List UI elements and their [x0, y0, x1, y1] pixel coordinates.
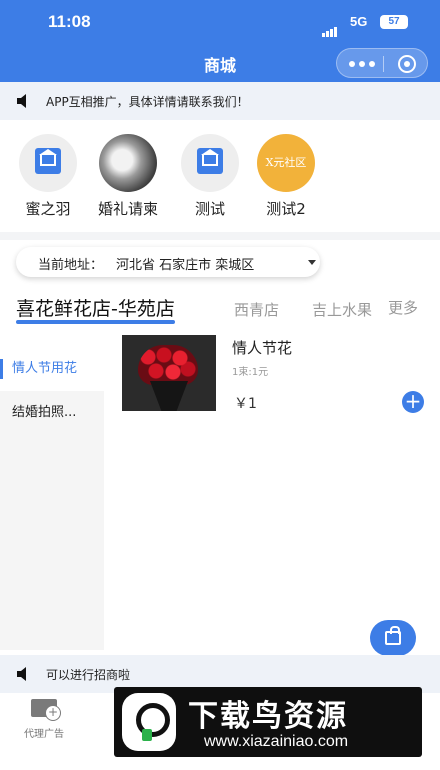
watermark-banner: 下载鸟资源 www.xiazainiao.com [114, 687, 422, 757]
more-stores-link[interactable]: 更多 [388, 297, 418, 318]
category-item-valentine[interactable]: 情人节用花 [0, 347, 104, 391]
battery-icon: 57 [380, 15, 408, 29]
watermark-logo-icon [122, 693, 176, 751]
network-label: 5G [350, 14, 368, 29]
shop-label: 测试2 [266, 200, 306, 218]
product-price: ￥1 [234, 396, 257, 412]
nav-bar: 商城 [0, 44, 440, 82]
notice-text: APP互相推广，具体详情请联系我们！ [46, 95, 249, 109]
shop-photo-icon [99, 134, 157, 192]
mini-program-capsule [336, 48, 428, 78]
agent-ads-icon [31, 699, 61, 721]
shopping-bag-icon [385, 626, 401, 645]
shop-label: 测试 [194, 200, 225, 218]
address-label: 当前地址： [38, 258, 104, 273]
close-circle-icon[interactable] [398, 55, 416, 73]
address-selector[interactable]: 当前地址： 河北省 石家庄市 栾城区 [16, 247, 320, 277]
section-divider [0, 232, 440, 240]
shop-label: 婚礼请柬 [97, 200, 158, 218]
speaker-icon [17, 667, 26, 681]
shop-item-1[interactable]: 蜜之羽 [8, 134, 88, 219]
tab-store-active[interactable]: 喜花鲜花店-华苑店 [16, 294, 175, 324]
house-logo-icon [181, 134, 239, 192]
notice-bar-top[interactable]: APP互相推广，具体详情请联系我们！ [0, 82, 440, 120]
notice-text: 可以进行招商啦 [46, 668, 131, 682]
speaker-icon [17, 94, 26, 108]
shop-item-2[interactable]: 婚礼请柬 [88, 134, 168, 219]
x-community-logo-icon: X元社区 [257, 134, 315, 192]
category-item-wedding[interactable]: 结婚拍照... [0, 391, 104, 435]
tab-agent-ads[interactable]: 代理广告 [14, 699, 74, 740]
tab-label: 喜花鲜花店-华苑店 [16, 298, 175, 320]
tab-store-jishang[interactable]: 吉上水果 [312, 299, 372, 320]
status-bar: 11:08 5G 57 [0, 0, 440, 44]
product-spec: 1束:1元 [232, 367, 269, 378]
product-name: 情人节花 [232, 339, 293, 357]
shop-label: 蜜之羽 [25, 200, 71, 218]
tab-label: 代理广告 [24, 729, 64, 740]
store-tabs: 喜花鲜花店-华苑店 西青店 吉上水果 更多 [0, 290, 440, 330]
status-time: 11:08 [48, 12, 91, 31]
active-tab-underline [16, 320, 175, 324]
watermark-title: 下载鸟资源 [188, 699, 348, 734]
signal-icon [322, 18, 338, 37]
product-card[interactable]: 情人节花 1束:1元 ￥1 [122, 335, 432, 413]
shop-shortcuts: 蜜之羽 婚礼请柬 测试 X元社区 测试2 [0, 122, 440, 230]
shop-item-3[interactable]: 测试 [170, 134, 250, 219]
house-logo-icon [19, 134, 77, 192]
product-image [122, 335, 216, 411]
watermark-url: www.xiazainiao.com [204, 733, 349, 750]
category-sidebar: 情人节用花 结婚拍照... [0, 347, 104, 650]
more-icon[interactable] [349, 60, 375, 68]
cart-button[interactable] [370, 620, 416, 656]
dropdown-triangle-icon [308, 260, 316, 265]
address-value: 河北省 石家庄市 栾城区 [116, 258, 255, 273]
add-to-cart-button[interactable]: + [402, 391, 424, 413]
capsule-divider [383, 56, 384, 72]
tab-store-xiqing[interactable]: 西青店 [234, 299, 279, 320]
shop-item-4[interactable]: X元社区 测试2 [246, 134, 326, 219]
